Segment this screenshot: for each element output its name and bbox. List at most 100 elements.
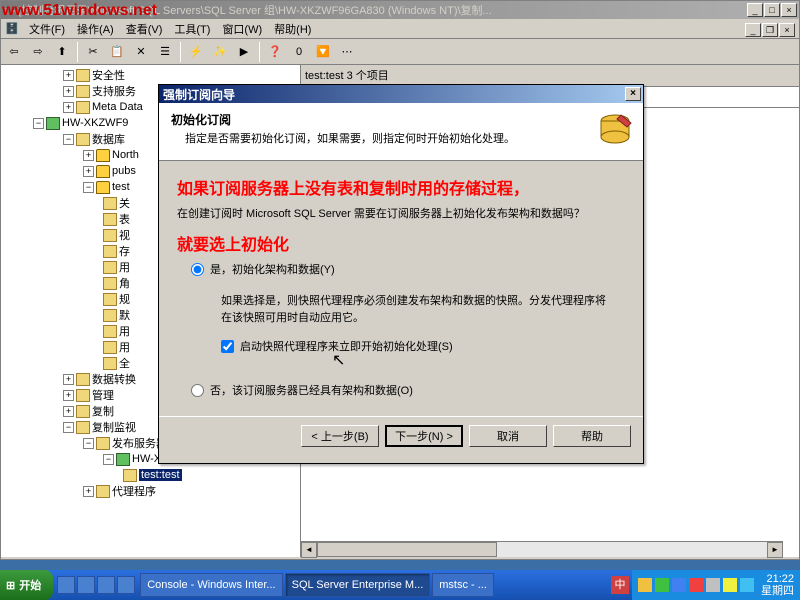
- tree-toggle[interactable]: +: [63, 374, 74, 385]
- tool-up[interactable]: ⬆: [51, 41, 73, 63]
- next-button[interactable]: 下一步(N) >: [385, 425, 463, 447]
- tree-item[interactable]: +代理程序: [3, 483, 298, 499]
- tree-label: Meta Data: [92, 101, 143, 113]
- item-icon: [103, 229, 117, 242]
- menu-action[interactable]: 操作(A): [71, 19, 120, 39]
- dialog-title-bar[interactable]: 强制订阅向导 ×: [159, 85, 643, 103]
- tool-delete[interactable]: ✕: [130, 41, 152, 63]
- mdi-minimize[interactable]: _: [745, 23, 761, 37]
- menu-window[interactable]: 窗口(W): [216, 19, 268, 39]
- scroll-right[interactable]: ►: [767, 542, 783, 558]
- tool-help[interactable]: ❓: [264, 41, 286, 63]
- ql-desktop-icon[interactable]: [77, 576, 95, 594]
- close-button[interactable]: ×: [781, 3, 797, 17]
- tray-icon[interactable]: [740, 578, 754, 592]
- tree-toggle[interactable]: −: [33, 118, 44, 129]
- help-button[interactable]: 帮助: [553, 425, 631, 447]
- start-button[interactable]: ⊞ 开始: [0, 570, 53, 600]
- tool-filter[interactable]: 🔽: [312, 41, 334, 63]
- menu-file[interactable]: 文件(F): [23, 19, 71, 39]
- item-icon: [103, 261, 117, 274]
- ql-app-icon[interactable]: [97, 576, 115, 594]
- folder-icon: [76, 101, 90, 114]
- tree-toggle[interactable]: +: [63, 70, 74, 81]
- tree-label: HW-XKZWF9: [62, 117, 128, 129]
- folder-icon: [76, 133, 90, 146]
- scroll-left[interactable]: ◄: [301, 542, 317, 558]
- dialog-header: 初始化订阅 指定是否需要初始化订阅，如果需要，则指定何时开始初始化处理。: [159, 103, 643, 161]
- tree-toggle[interactable]: +: [63, 86, 74, 97]
- radio-no-label: 否，该订阅服务器已经具有架构和数据(O): [210, 382, 413, 398]
- item-icon: [103, 213, 117, 226]
- tray-icon[interactable]: [689, 578, 703, 592]
- tree-toggle[interactable]: +: [83, 486, 94, 497]
- snapshot-checkbox-row[interactable]: 启动快照代理程序来立即开始初始化处理(S): [221, 338, 615, 354]
- tree-toggle[interactable]: +: [63, 406, 74, 417]
- taskbar: ⊞ 开始 Console - Windows Inter...SQL Serve…: [0, 570, 800, 600]
- db-icon: [96, 165, 110, 178]
- dialog-close-button[interactable]: ×: [625, 87, 641, 101]
- tree-toggle[interactable]: −: [83, 182, 94, 193]
- tree-label: 用: [119, 259, 130, 275]
- taskbar-task[interactable]: mstsc - ...: [432, 573, 494, 597]
- yes-sub-panel: 如果选择是，则快照代理程序必须创建发布架构和数据的快照。分发代理程序将在该快照可…: [211, 283, 625, 364]
- tree-item[interactable]: +安全性: [3, 67, 298, 83]
- taskbar-task[interactable]: SQL Server Enterprise M...: [285, 573, 431, 597]
- maximize-button[interactable]: □: [764, 3, 780, 17]
- tool-forward[interactable]: ⇨: [27, 41, 49, 63]
- radio-yes-row[interactable]: 是，初始化架构和数据(Y): [191, 261, 625, 277]
- tray-icon[interactable]: [672, 578, 686, 592]
- radio-yes[interactable]: [191, 263, 204, 276]
- mdi-close[interactable]: ×: [779, 23, 795, 37]
- tray-icon[interactable]: [723, 578, 737, 592]
- tray-icon[interactable]: [638, 578, 652, 592]
- tree-toggle[interactable]: +: [83, 166, 94, 177]
- tree-toggle[interactable]: −: [63, 134, 74, 145]
- tree-scrollbar[interactable]: ◄ ►: [301, 541, 783, 557]
- system-tray: 21:22 星期四: [632, 570, 800, 600]
- mdi-restore[interactable]: ❐: [762, 23, 778, 37]
- menu-help[interactable]: 帮助(H): [268, 19, 317, 39]
- server-icon: [46, 117, 60, 130]
- snapshot-checkbox[interactable]: [221, 340, 234, 353]
- folder-icon: [76, 373, 90, 386]
- tool-more[interactable]: ⋯: [336, 41, 358, 63]
- tree-toggle[interactable]: −: [63, 422, 74, 433]
- tray-icon[interactable]: [706, 578, 720, 592]
- tool-properties[interactable]: ☰: [154, 41, 176, 63]
- menu-tools[interactable]: 工具(T): [168, 19, 216, 39]
- back-button[interactable]: < 上一步(B): [301, 425, 379, 447]
- menu-view[interactable]: 查看(V): [120, 19, 169, 39]
- cancel-button[interactable]: 取消: [469, 425, 547, 447]
- tool-refresh[interactable]: ⚡: [185, 41, 207, 63]
- ime-indicator[interactable]: 中: [611, 576, 629, 594]
- annotation-1: 如果订阅服务器上没有表和复制时用的存储过程，: [177, 175, 625, 199]
- tool-cut[interactable]: ✂: [82, 41, 104, 63]
- tool-wizard[interactable]: ✨: [209, 41, 231, 63]
- tool-run[interactable]: ▶: [233, 41, 255, 63]
- folder-icon: [76, 389, 90, 402]
- tool-copy[interactable]: 📋: [106, 41, 128, 63]
- tool-stop[interactable]: 0: [288, 41, 310, 63]
- radio-no[interactable]: [191, 384, 204, 397]
- tree-item[interactable]: test:test: [3, 467, 298, 483]
- tree-label: 复制监视: [92, 419, 136, 435]
- server-icon: [116, 453, 130, 466]
- tree-toggle[interactable]: +: [83, 150, 94, 161]
- minimize-button[interactable]: _: [747, 3, 763, 17]
- tool-back[interactable]: ⇦: [3, 41, 25, 63]
- tree-toggle[interactable]: −: [103, 454, 114, 465]
- annotation-2: 就要选上初始化: [177, 231, 625, 255]
- ql-cmd-icon[interactable]: [117, 576, 135, 594]
- tray-icon[interactable]: [655, 578, 669, 592]
- tree-toggle[interactable]: +: [63, 390, 74, 401]
- cursor-icon: ↖: [332, 350, 345, 370]
- toolbar: ⇦ ⇨ ⬆ ✂ 📋 ✕ ☰ ⚡ ✨ ▶ ❓ 0 🔽 ⋯: [1, 39, 799, 65]
- clock[interactable]: 21:22 星期四: [761, 573, 794, 597]
- tree-toggle[interactable]: +: [63, 102, 74, 113]
- taskbar-task[interactable]: Console - Windows Inter...: [140, 573, 282, 597]
- item-icon: [103, 277, 117, 290]
- tree-toggle[interactable]: −: [83, 438, 94, 449]
- ql-ie-icon[interactable]: [57, 576, 75, 594]
- radio-no-row[interactable]: 否，该订阅服务器已经具有架构和数据(O): [191, 382, 625, 398]
